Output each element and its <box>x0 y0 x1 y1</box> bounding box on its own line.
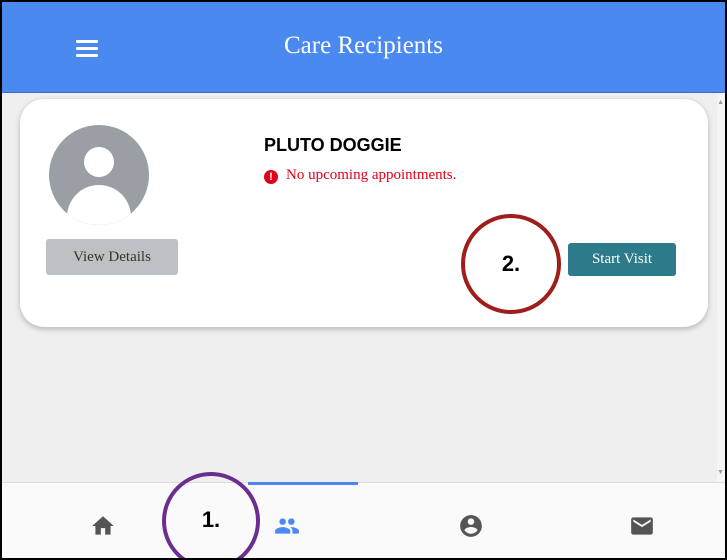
nav-profile[interactable] <box>458 513 488 539</box>
recipient-name: PLUTO DOGGIE <box>264 135 402 155</box>
nav-messages[interactable] <box>628 513 658 539</box>
account-circle-icon <box>460 515 482 537</box>
appointment-status-text: No upcoming appointments. <box>286 167 457 183</box>
people-icon <box>275 518 299 534</box>
scroll-up-arrow-icon[interactable]: ▲ <box>717 98 724 106</box>
alert-icon: ! <box>264 170 278 184</box>
app-bar: Care Recipients <box>2 2 725 93</box>
active-tab-indicator <box>248 482 358 485</box>
nav-home[interactable] <box>90 513 120 539</box>
avatar-placeholder-icon <box>49 125 149 225</box>
start-visit-button[interactable]: Start Visit <box>568 243 676 276</box>
care-recipient-card: View Details PLUTO DOGGIE ! No upcoming a… <box>20 99 708 327</box>
mail-icon <box>631 517 653 535</box>
scrollbar[interactable] <box>717 93 725 482</box>
page-title: Care Recipients <box>284 32 443 59</box>
view-details-button[interactable]: View Details <box>46 239 178 275</box>
callout-1: 1. <box>162 472 260 558</box>
bottom-navigation <box>2 482 725 558</box>
callout-2: 2. <box>461 214 561 314</box>
home-icon <box>92 516 114 535</box>
appointment-status: ! No upcoming appointments. <box>264 167 456 184</box>
nav-care-recipients[interactable] <box>272 513 302 539</box>
app-frame: Care Recipients ▲ ▼ View Details PLUTO D… <box>0 0 727 560</box>
scroll-down-arrow-icon[interactable]: ▼ <box>717 468 724 476</box>
